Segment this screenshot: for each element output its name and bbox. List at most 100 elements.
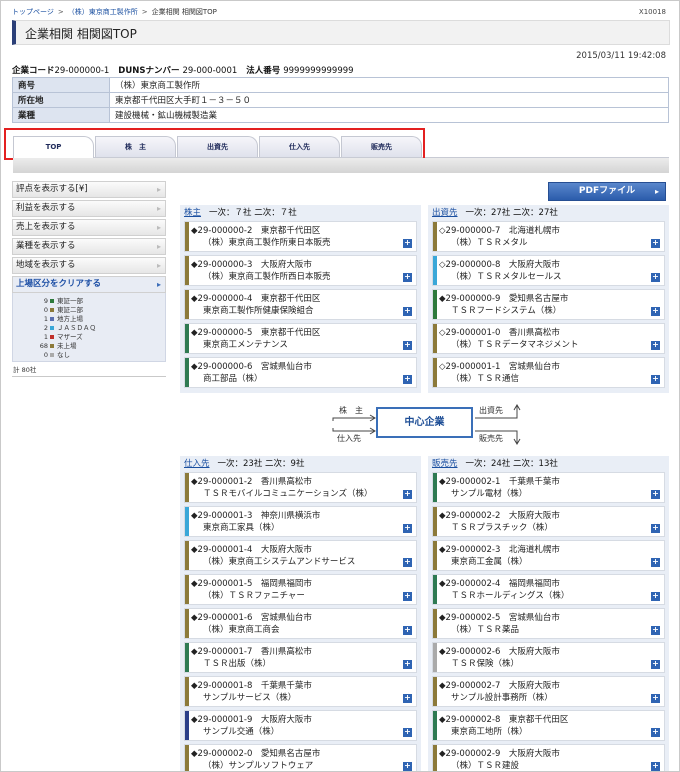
company-name: 東京商工家具（株） — [203, 523, 280, 533]
center-company-box[interactable]: 中心企業 — [376, 407, 473, 438]
company-info-table: 商号 （株）東京商工製作所 所在地 東京都千代田区大手町１－３－５０ 業種 建設機械・… — [12, 77, 669, 123]
expand-plus-icon[interactable]: + — [651, 762, 660, 771]
company-card[interactable]: ◆29-000002-1 千葉県千葉市 サンプル電材（株） + — [432, 472, 665, 503]
company-card[interactable]: ◆29-000001-6 宮城県仙台市 （株）東京商工商会 + — [184, 608, 417, 639]
company-card[interactable]: ◆29-000002-2 大阪府大阪市 ＴＳＲプラスチック（株） + — [432, 506, 665, 537]
panel-summary: 一次：７社 二次：７社 — [209, 208, 297, 218]
company-card[interactable]: ◆29-000002-8 東京都千代田区 東京商工地所（株） + — [432, 710, 665, 741]
breadcrumb-home-link[interactable]: トップページ — [12, 8, 54, 16]
expand-plus-icon[interactable]: + — [403, 728, 412, 737]
company-line1: ◆29-000002-9 大阪府大阪市 — [439, 745, 664, 760]
show-region-button[interactable]: 地域を表示する — [12, 257, 166, 274]
show-score-button[interactable]: 評点を表示する[¥] — [12, 181, 166, 198]
show-profit-button[interactable]: 利益を表示する — [12, 200, 166, 217]
company-card[interactable]: ◇29-000001-0 香川県高松市 （株）ＴＳＲデータマネジメント + — [432, 323, 665, 354]
expand-plus-icon[interactable]: + — [403, 239, 412, 248]
expand-plus-icon[interactable]: + — [651, 273, 660, 282]
customers-link[interactable]: 販売先 — [432, 459, 458, 469]
breadcrumb-company-link[interactable]: （株）東京商工製作所 — [68, 8, 138, 16]
company-card[interactable]: ◇29-000000-8 大阪府大阪市 （株）ＴＳＲメタルセールス + — [432, 255, 665, 286]
company-card[interactable]: ◆29-000002-3 北海道札幌市 東京商工金属（株） + — [432, 540, 665, 571]
expand-plus-icon[interactable]: + — [403, 524, 412, 533]
page-title: 企業相関 相関図TOP — [25, 27, 137, 41]
panel-list: ◆29-000002-1 千葉県千葉市 サンプル電材（株） + ◆29-000002-… — [428, 472, 669, 771]
expand-plus-icon[interactable]: + — [403, 694, 412, 703]
expand-plus-icon[interactable]: + — [651, 592, 660, 601]
expand-plus-icon[interactable]: + — [651, 239, 660, 248]
company-location: 香川県高松市 — [260, 477, 312, 487]
expand-plus-icon[interactable]: + — [403, 762, 412, 771]
company-line1: ◆29-000002-1 千葉県千葉市 — [439, 473, 664, 488]
expand-plus-icon[interactable]: + — [651, 694, 660, 703]
company-name: サンプルサービス（株） — [203, 693, 297, 703]
expand-plus-icon[interactable]: + — [403, 490, 412, 499]
company-card[interactable]: ◆29-000001-7 香川県高松市 ＴＳＲ出版（株） + — [184, 642, 417, 673]
company-card[interactable]: ◆29-000001-5 福岡県福岡市 （株）ＴＳＲファニチャー + — [184, 574, 417, 605]
expand-plus-icon[interactable]: + — [403, 273, 412, 282]
company-card[interactable]: ◆29-000002-5 宮城県仙台市 （株）ＴＳＲ薬品 + — [432, 608, 665, 639]
expand-plus-icon[interactable]: + — [651, 626, 660, 635]
sidebar: 評点を表示する[¥] 利益を表示する 売上を表示する 業種を表示する 地域を表示… — [12, 181, 166, 377]
expand-plus-icon[interactable]: + — [403, 660, 412, 669]
company-card[interactable]: ◆29-000002-9 大阪府大阪市 （株）ＴＳＲ建設 + — [432, 744, 665, 771]
title-bar: 企業相関 相関図TOP — [12, 20, 670, 45]
expand-plus-icon[interactable]: + — [403, 626, 412, 635]
expand-plus-icon[interactable]: + — [403, 341, 412, 350]
company-card[interactable]: ◇29-000001-1 宮城県仙台市 （株）ＴＳＲ通信 + — [432, 357, 665, 388]
company-card[interactable]: ◆29-000000-3 大阪府大阪市 （株）東京商工製作所西日本販売 + — [184, 255, 417, 286]
listing-color-bar — [433, 541, 437, 570]
expand-plus-icon[interactable]: + — [403, 558, 412, 567]
company-card[interactable]: ◆29-000000-6 宮城県仙台市 商工部品（株） + — [184, 357, 417, 388]
company-line1: ◆29-000001-5 福岡県福岡市 — [191, 575, 416, 590]
listing-color-bar — [185, 222, 189, 251]
expand-plus-icon[interactable]: + — [651, 524, 660, 533]
company-card[interactable]: ◆29-000001-9 大阪府大阪市 サンプル交通（株） + — [184, 710, 417, 741]
expand-plus-icon[interactable]: + — [403, 375, 412, 384]
company-card[interactable]: ◆29-000000-5 東京都千代田区 東京商工メンテナンス + — [184, 323, 417, 354]
show-industry-button[interactable]: 業種を表示する — [12, 238, 166, 255]
company-card[interactable]: ◆29-000002-0 愛知県名古屋市 （株）サンプルソフトウェア + — [184, 744, 417, 771]
company-location: 大阪府大阪市 — [508, 749, 560, 759]
listing-color-bar — [433, 473, 437, 502]
company-card[interactable]: ◆29-000000-2 東京都千代田区 （株）東京商工製作所東日本販売 + — [184, 221, 417, 252]
expand-plus-icon[interactable]: + — [403, 307, 412, 316]
company-name: （株）サンプルソフトウェア — [203, 761, 314, 771]
company-code: 29-000002-7 — [445, 681, 501, 691]
company-code: 29-000002-1 — [445, 477, 501, 487]
expand-plus-icon[interactable]: + — [651, 558, 660, 567]
company-card[interactable]: ◇29-000000-7 北海道札幌市 （株）ＴＳＲメタル + — [432, 221, 665, 252]
company-card[interactable]: ◆29-000000-9 愛知県名古屋市 ＴＳＲフードシステム（株） + — [432, 289, 665, 320]
market-legend: 9 東証一部 0 東証二部 1 地方上場 2 ＪＡＳＤＡＱ 1 マザーズ 68 未上場 0 なし — [12, 293, 166, 362]
info-row: 業種 建設機械・鉱山機械製造業 — [12, 107, 669, 123]
company-card[interactable]: ◆29-000002-7 大阪府大阪市 サンプル設計事務所（株） + — [432, 676, 665, 707]
company-card[interactable]: ◆29-000002-6 大阪府大阪市 ＴＳＲ保険（株） + — [432, 642, 665, 673]
show-sales-button[interactable]: 売上を表示する — [12, 219, 166, 236]
expand-plus-icon[interactable]: + — [651, 375, 660, 384]
market-row: 1 地方上場 — [13, 313, 165, 323]
listing-color-bar — [185, 290, 189, 319]
company-card[interactable]: ◆29-000000-4 東京都千代田区 東京商工製作所健康保険組合 + — [184, 289, 417, 320]
expand-plus-icon[interactable]: + — [651, 660, 660, 669]
expand-plus-icon[interactable]: + — [651, 341, 660, 350]
expand-plus-icon[interactable]: + — [651, 728, 660, 737]
expand-plus-icon[interactable]: + — [651, 307, 660, 316]
shareholders-panel: 株主 一次：７社 二次：７社 ◆29-000000-2 東京都千代田区 （株）東京商… — [180, 205, 421, 393]
expand-plus-icon[interactable]: + — [403, 592, 412, 601]
company-card[interactable]: ◆29-000001-4 大阪府大阪市 （株）東京商工システムアンドサービス + — [184, 540, 417, 571]
clear-market-button[interactable]: 上場区分をクリアする — [12, 276, 166, 293]
company-card[interactable]: ◆29-000002-4 福岡県福岡市 ＴＳＲホールディングス（株） + — [432, 574, 665, 605]
pdf-button[interactable]: PDFファイル — [548, 182, 666, 201]
relation-diagram: 株 主 仕入先 出資先 販売先 中心企業 — [329, 401, 522, 447]
market-row: 1 マザーズ — [13, 331, 165, 341]
investees-link[interactable]: 出資先 — [432, 208, 458, 218]
company-card[interactable]: ◆29-000001-2 香川県高松市 ＴＳＲモバイルコミュニケーションズ（株） + — [184, 472, 417, 503]
company-codes: 企業コード29-000000-1 DUNSナンバー 29-000-0001 法人… — [12, 64, 360, 76]
datetime: 2015/03/11 19:42:08 — [576, 51, 666, 61]
company-card[interactable]: ◆29-000001-8 千葉県千葉市 サンプルサービス（株） + — [184, 676, 417, 707]
duns-number: 29-000-0001 — [182, 66, 238, 76]
shareholders-link[interactable]: 株主 — [184, 208, 201, 218]
expand-plus-icon[interactable]: + — [651, 490, 660, 499]
company-code: 29-000000-5 — [197, 328, 253, 338]
suppliers-link[interactable]: 仕入先 — [184, 459, 210, 469]
company-card[interactable]: ◆29-000001-3 神奈川県横浜市 東京商工家具（株） + — [184, 506, 417, 537]
